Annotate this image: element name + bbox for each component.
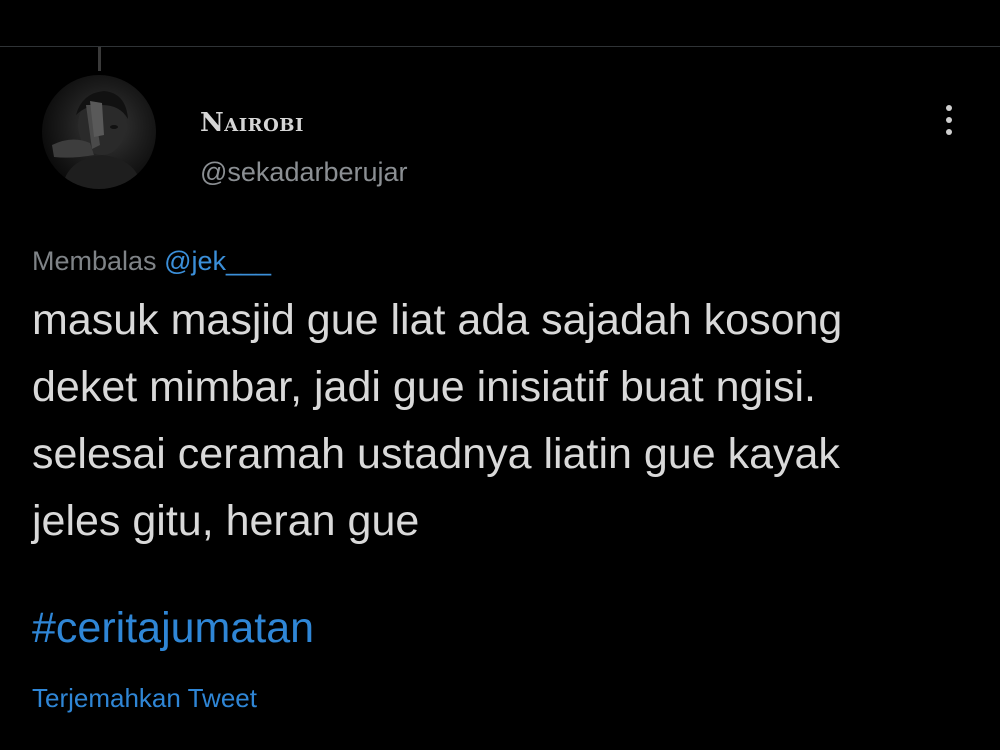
header-divider <box>0 46 1000 47</box>
author-display-name[interactable]: Nairobi <box>200 108 304 138</box>
more-vertical-icon-dot <box>946 117 952 123</box>
thread-connector-line <box>98 47 101 71</box>
more-options-button[interactable] <box>934 100 964 140</box>
avatar-photo <box>52 91 142 189</box>
tweet-text-line: masuk masjid gue liat ada sajadah kosong <box>32 296 843 344</box>
tweet-text-line: selesai ceramah ustadnya liatin gue kaya… <box>32 430 840 478</box>
replying-label: Membalas <box>32 246 157 276</box>
avatar[interactable] <box>42 75 156 189</box>
more-vertical-icon <box>946 105 952 111</box>
replying-mention-link[interactable]: @jek___ <box>164 246 271 276</box>
tweet-text-line: deket mimbar, jadi gue inisiatif buat ng… <box>32 363 816 411</box>
more-vertical-icon-dot <box>946 129 952 135</box>
replying-to: Membalas @jek___ <box>32 246 271 277</box>
author-handle[interactable]: @sekadarberujar <box>200 157 408 188</box>
tweet-text-line: jeles gitu, heran gue <box>32 497 420 545</box>
translate-tweet-button[interactable]: Terjemahkan Tweet <box>32 683 257 714</box>
tweet-text: masuk masjid gue liat ada sajadah kosong… <box>32 287 972 555</box>
hashtag-link[interactable]: #ceritajumatan <box>32 604 314 653</box>
